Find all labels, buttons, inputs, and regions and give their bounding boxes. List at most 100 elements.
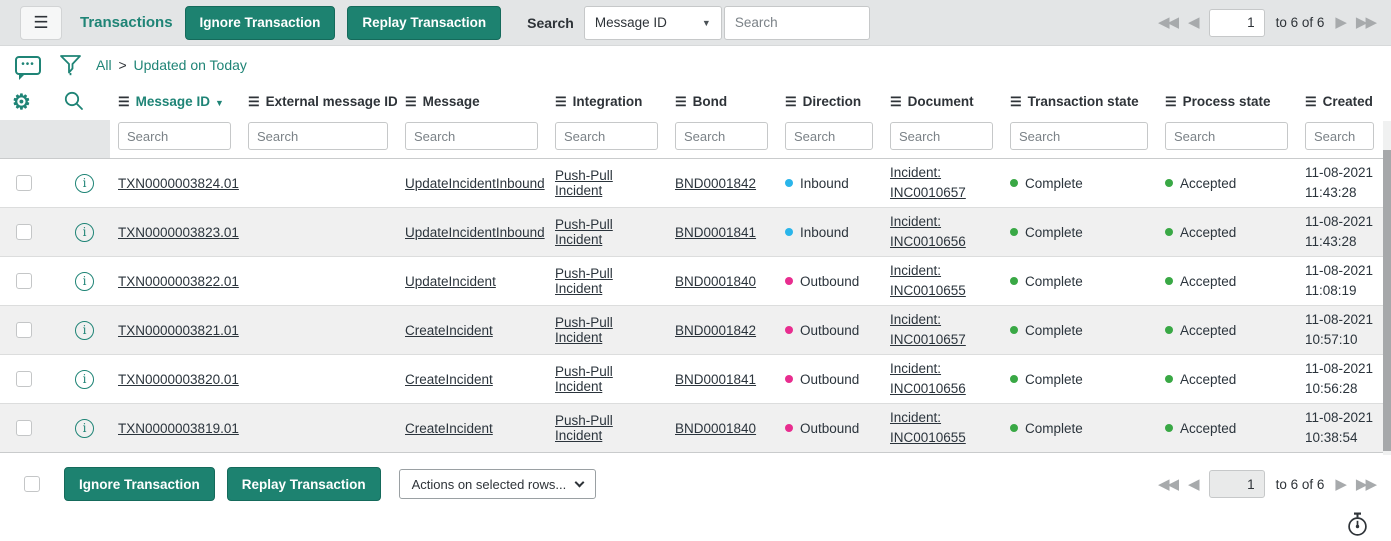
column-menu-icon[interactable]: ☰ — [555, 94, 567, 109]
filter-input-external-message-id[interactable] — [248, 122, 388, 150]
scrollbar-thumb[interactable] — [1383, 150, 1391, 451]
row-checkbox[interactable] — [16, 371, 32, 387]
message-id-link[interactable]: TXN0000003819.01 — [118, 421, 239, 436]
integration-link[interactable]: Push-Pull Incident — [555, 413, 613, 443]
page-number-input[interactable] — [1209, 9, 1265, 37]
message-link[interactable]: CreateIncident — [405, 421, 493, 436]
next-page-button[interactable]: ▶ — [1335, 15, 1345, 30]
bond-link[interactable]: BND0001842 — [675, 176, 756, 191]
info-icon[interactable]: i — [75, 174, 94, 193]
row-checkbox[interactable] — [16, 175, 32, 191]
filter-input-bond[interactable] — [675, 122, 768, 150]
ignore-transaction-button-bottom[interactable]: Ignore Transaction — [64, 467, 215, 501]
document-link[interactable]: Incident: INC0010656 — [890, 214, 966, 249]
message-link[interactable]: CreateIncident — [405, 372, 493, 387]
bond-link[interactable]: BND0001840 — [675, 274, 756, 289]
column-header-transaction-state[interactable]: ☰Transaction state — [1002, 84, 1157, 120]
list-menu-button[interactable]: ☰ — [20, 6, 62, 40]
column-menu-icon[interactable]: ☰ — [1305, 94, 1317, 109]
info-icon[interactable]: i — [75, 370, 94, 389]
select-all-checkbox[interactable] — [24, 476, 40, 492]
info-icon[interactable]: i — [75, 223, 94, 242]
column-header-message-id[interactable]: ☰Message ID▼ — [110, 84, 240, 120]
search-icon[interactable] — [63, 90, 84, 111]
actions-on-selected-rows-select[interactable]: Actions on selected rows... — [399, 469, 596, 499]
filter-input-created[interactable] — [1305, 122, 1374, 150]
bond-link[interactable]: BND0001842 — [675, 323, 756, 338]
last-page-button[interactable]: ▶▶ — [1356, 15, 1375, 30]
ignore-transaction-button[interactable]: Ignore Transaction — [185, 6, 336, 40]
column-header-message[interactable]: ☰Message — [397, 84, 547, 120]
integration-link[interactable]: Push-Pull Incident — [555, 364, 613, 394]
column-menu-icon[interactable]: ☰ — [785, 94, 797, 109]
integration-link[interactable]: Push-Pull Incident — [555, 266, 613, 296]
first-page-button[interactable]: ◀◀ — [1158, 15, 1177, 30]
column-header-created[interactable]: ☰Created — [1297, 84, 1383, 120]
info-icon[interactable]: i — [75, 321, 94, 340]
filter-icon[interactable] — [59, 54, 82, 76]
replay-transaction-button[interactable]: Replay Transaction — [347, 6, 501, 40]
bond-link[interactable]: BND0001841 — [675, 372, 756, 387]
chat-icon[interactable]: ••• — [15, 56, 41, 75]
integration-link[interactable]: Push-Pull Incident — [555, 168, 613, 198]
bond-link[interactable]: BND0001841 — [675, 225, 756, 240]
message-link[interactable]: UpdateIncidentInbound — [405, 176, 545, 191]
last-page-button[interactable]: ▶▶ — [1356, 477, 1375, 492]
bond-link[interactable]: BND0001840 — [675, 421, 756, 436]
message-link[interactable]: CreateIncident — [405, 323, 493, 338]
global-search-input[interactable] — [724, 6, 870, 40]
row-checkbox[interactable] — [16, 273, 32, 289]
gear-icon[interactable]: ⚙ — [12, 91, 31, 114]
document-link[interactable]: Incident: INC0010655 — [890, 410, 966, 445]
row-checkbox[interactable] — [16, 224, 32, 240]
column-menu-icon[interactable]: ☰ — [675, 94, 687, 109]
integration-link[interactable]: Push-Pull Incident — [555, 217, 613, 247]
document-link[interactable]: Incident: INC0010656 — [890, 361, 966, 396]
column-header-direction[interactable]: ☰Direction — [777, 84, 882, 120]
column-menu-icon[interactable]: ☰ — [405, 94, 417, 109]
page-title[interactable]: Transactions — [80, 14, 173, 31]
info-icon[interactable]: i — [75, 419, 94, 438]
replay-transaction-button-bottom[interactable]: Replay Transaction — [227, 467, 381, 501]
message-id-link[interactable]: TXN0000003820.01 — [118, 372, 239, 387]
filter-input-message-id[interactable] — [118, 122, 231, 150]
message-id-link[interactable]: TXN0000003824.01 — [118, 176, 239, 191]
document-link[interactable]: Incident: INC0010657 — [890, 312, 966, 347]
column-header-document[interactable]: ☰Document — [882, 84, 1002, 120]
column-menu-icon[interactable]: ☰ — [1165, 94, 1177, 109]
document-link[interactable]: Incident: INC0010657 — [890, 165, 966, 200]
message-id-link[interactable]: TXN0000003822.01 — [118, 274, 239, 289]
info-icon[interactable]: i — [75, 272, 94, 291]
filter-input-direction[interactable] — [785, 122, 873, 150]
message-link[interactable]: UpdateIncident — [405, 274, 496, 289]
integration-link[interactable]: Push-Pull Incident — [555, 315, 613, 345]
column-header-process-state[interactable]: ☰Process state — [1157, 84, 1297, 120]
message-id-link[interactable]: TXN0000003823.01 — [118, 225, 239, 240]
page-number-input[interactable] — [1209, 470, 1265, 498]
breadcrumb-filter-link[interactable]: Updated on Today — [134, 57, 247, 73]
column-header-external-message-id[interactable]: ☰External message ID — [240, 84, 397, 120]
filter-input-process-state[interactable] — [1165, 122, 1288, 150]
column-menu-icon[interactable]: ☰ — [1010, 94, 1022, 109]
row-checkbox[interactable] — [16, 322, 32, 338]
search-field-select[interactable]: Message ID ▼ — [584, 6, 722, 40]
filter-input-document[interactable] — [890, 122, 993, 150]
filter-input-integration[interactable] — [555, 122, 658, 150]
breadcrumb-all-link[interactable]: All — [96, 57, 112, 73]
column-menu-icon[interactable]: ☰ — [118, 94, 130, 109]
column-header-integration[interactable]: ☰Integration — [547, 84, 667, 120]
column-menu-icon[interactable]: ☰ — [890, 94, 902, 109]
next-page-button[interactable]: ▶ — [1335, 477, 1345, 492]
row-checkbox[interactable] — [16, 420, 32, 436]
column-header-bond[interactable]: ☰Bond — [667, 84, 777, 120]
prev-page-button[interactable]: ◀ — [1188, 15, 1198, 30]
filter-input-message[interactable] — [405, 122, 538, 150]
message-id-link[interactable]: TXN0000003821.01 — [118, 323, 239, 338]
prev-page-button[interactable]: ◀ — [1188, 477, 1198, 492]
first-page-button[interactable]: ◀◀ — [1158, 477, 1177, 492]
document-link[interactable]: Incident: INC0010655 — [890, 263, 966, 298]
message-link[interactable]: UpdateIncidentInbound — [405, 225, 545, 240]
response-time-icon[interactable] — [1346, 512, 1369, 537]
column-menu-icon[interactable]: ☰ — [248, 94, 260, 109]
filter-input-transaction-state[interactable] — [1010, 122, 1148, 150]
